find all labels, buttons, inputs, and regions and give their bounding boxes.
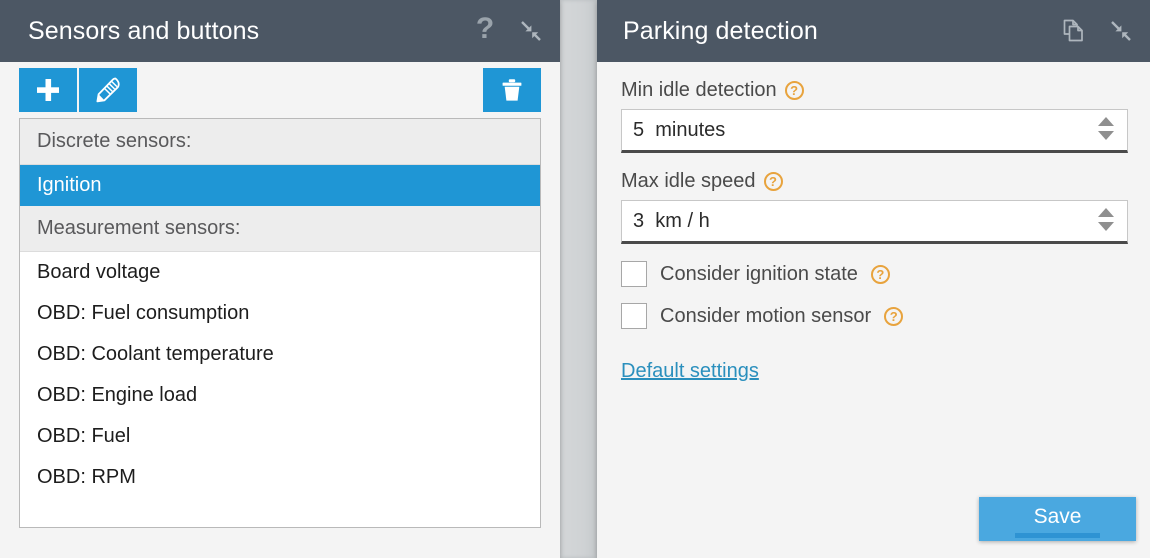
help-icon[interactable]: ?: [884, 306, 904, 326]
edit-sensor-button[interactable]: [79, 68, 137, 112]
list-item[interactable]: OBD: RPM: [20, 457, 540, 498]
help-icon[interactable]: ?: [870, 264, 890, 284]
sensor-toolbar: [0, 62, 560, 118]
left-dialog-body: Discrete sensors: Ignition Measurement s…: [0, 62, 560, 558]
help-icon[interactable]: ?: [470, 14, 500, 46]
list-item[interactable]: Board voltage: [20, 252, 540, 293]
min-idle-spin-arrows: [1096, 110, 1116, 147]
max-idle-speed-stepper[interactable]: 3 km / h: [621, 200, 1128, 244]
trash-icon: [497, 75, 527, 105]
min-idle-detection-stepper[interactable]: 5 minutes: [621, 109, 1128, 153]
help-icon[interactable]: ?: [763, 172, 783, 191]
consider-ignition-state-label[interactable]: Consider ignition state: [660, 263, 858, 286]
list-item[interactable]: OBD: Fuel consumption: [20, 293, 540, 334]
collapse-icon[interactable]: [1106, 16, 1136, 46]
right-dialog-header: Parking detection: [597, 0, 1150, 62]
default-settings-link[interactable]: Default settings: [621, 360, 759, 383]
copy-icon[interactable]: [1060, 16, 1090, 46]
delete-sensor-button[interactable]: [483, 68, 541, 112]
consider-motion-sensor-row: Consider motion sensor ?: [621, 303, 1128, 329]
max-idle-spin-arrows: [1096, 201, 1116, 238]
consider-motion-sensor-checkbox[interactable]: [621, 303, 647, 329]
sensors-and-buttons-dialog: Sensors and buttons ? Discrete sensors: …: [0, 0, 560, 558]
add-sensor-button[interactable]: [19, 68, 77, 112]
list-item[interactable]: OBD: Fuel: [20, 416, 540, 457]
help-icon[interactable]: ?: [784, 81, 804, 100]
plus-icon: [33, 75, 63, 105]
parking-detection-dialog: Parking detection Min idle detection ? 5…: [597, 0, 1150, 558]
spin-up-icon[interactable]: [1098, 117, 1114, 126]
min-idle-detection-value: 5 minutes: [633, 118, 726, 141]
left-header-icon-group: ?: [470, 14, 546, 46]
spin-down-icon[interactable]: [1098, 222, 1114, 231]
right-panel-title: Parking detection: [623, 16, 818, 45]
toolbar-right-group: [483, 68, 541, 112]
left-panel-title: Sensors and buttons: [28, 16, 260, 45]
sensor-list[interactable]: Discrete sensors: Ignition Measurement s…: [19, 118, 541, 528]
min-idle-detection-label-row: Min idle detection ?: [621, 79, 1128, 102]
list-item[interactable]: OBD: Coolant temperature: [20, 334, 540, 375]
collapse-icon[interactable]: [516, 16, 546, 46]
consider-ignition-state-checkbox[interactable]: [621, 261, 647, 287]
spin-up-icon[interactable]: [1098, 208, 1114, 217]
list-item[interactable]: OBD: Engine load: [20, 375, 540, 416]
group-header-measurement: Measurement sensors:: [20, 206, 540, 252]
max-idle-speed-value: 3 km / h: [633, 209, 710, 232]
left-dialog-header: Sensors and buttons ?: [0, 0, 560, 62]
consider-motion-sensor-label[interactable]: Consider motion sensor: [660, 305, 871, 328]
toolbar-left-group: [19, 68, 137, 112]
right-header-icon-group: [1060, 16, 1136, 46]
right-dialog-body: Min idle detection ? 5 minutes Max idle …: [597, 62, 1150, 558]
max-idle-speed-label: Max idle speed: [621, 170, 756, 192]
min-idle-detection-label: Min idle detection: [621, 79, 777, 101]
spin-down-icon[interactable]: [1098, 131, 1114, 140]
pencil-icon: [93, 75, 123, 105]
group-header-discrete: Discrete sensors:: [20, 119, 540, 165]
list-item-ignition[interactable]: Ignition: [20, 165, 540, 206]
max-idle-speed-label-row: Max idle speed ?: [621, 170, 1128, 193]
consider-ignition-state-row: Consider ignition state ?: [621, 261, 1128, 287]
save-button[interactable]: Save: [979, 497, 1136, 541]
